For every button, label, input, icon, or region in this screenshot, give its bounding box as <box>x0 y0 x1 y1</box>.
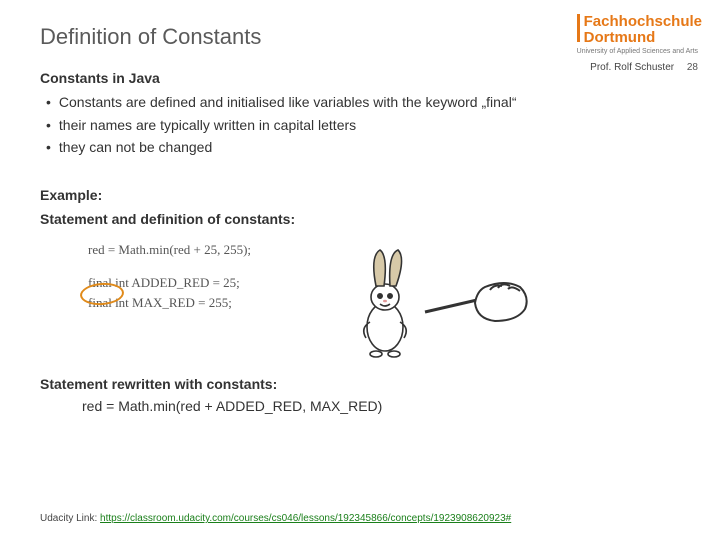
code-line: int ADDED_RED = 25; <box>112 275 240 290</box>
statement-label: Statement and definition of constants: <box>40 209 680 229</box>
list-item: Constants are defined and initialised li… <box>46 92 680 112</box>
code-line: final int MAX_RED = 255; <box>88 293 251 313</box>
illustration <box>330 242 530 362</box>
author-name: Prof. Rolf Schuster <box>590 62 674 73</box>
logo-line2: Dortmund <box>584 29 656 46</box>
bullet-list: Constants are defined and initialised li… <box>40 92 680 157</box>
rewritten-label: Statement rewritten with constants: <box>40 374 680 394</box>
code-block: red = Math.min(red + 25, 255); final int… <box>88 240 251 313</box>
list-item: they can not be changed <box>46 137 680 157</box>
logo-subtitle: University of Applied Sciences and Arts <box>577 48 702 55</box>
code-keyword-final: final <box>88 275 112 290</box>
byline: Prof. Rolf Schuster 28 <box>590 62 698 73</box>
code-line: red = Math.min(red + 25, 255); <box>88 240 251 260</box>
section-subhead: Constants in Java <box>40 68 680 88</box>
footer-label: Udacity Link: <box>40 513 100 524</box>
example-label: Example: <box>40 185 680 205</box>
page-number: 28 <box>687 62 698 73</box>
list-item: their names are typically written in cap… <box>46 115 680 135</box>
footer: Udacity Link: https://classroom.udacity.… <box>40 513 511 524</box>
institution-logo: Fachhochschule Dortmund University of Ap… <box>577 14 702 55</box>
logo-line1: Fachhochschule <box>584 13 702 30</box>
udacity-link[interactable]: https://classroom.udacity.com/courses/cs… <box>100 513 511 524</box>
rewritten-code: red = Math.min(red + ADDED_RED, MAX_RED) <box>40 396 680 416</box>
